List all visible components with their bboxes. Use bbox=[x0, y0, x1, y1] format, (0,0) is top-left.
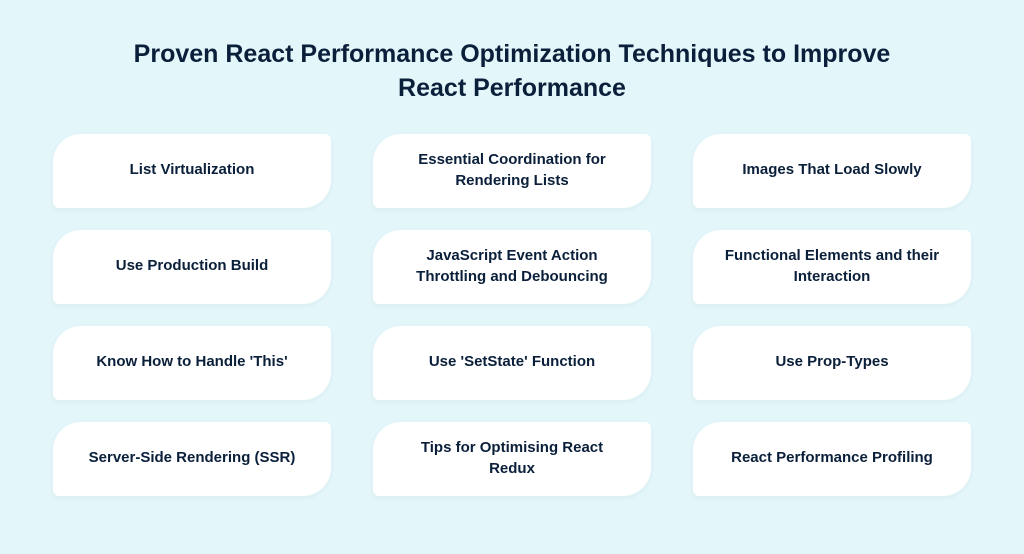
technique-card: React Performance Profiling bbox=[693, 422, 971, 496]
technique-card: Essential Coordination for Rendering Lis… bbox=[373, 134, 651, 208]
diagram-container: Proven React Performance Optimization Te… bbox=[45, 38, 979, 516]
technique-label: Functional Elements and their Interactio… bbox=[717, 246, 947, 287]
technique-label: Essential Coordination for Rendering Lis… bbox=[397, 150, 627, 191]
technique-card: Use 'SetState' Function bbox=[373, 326, 651, 400]
technique-card: Functional Elements and their Interactio… bbox=[693, 230, 971, 304]
technique-card: JavaScript Event Action Throttling and D… bbox=[373, 230, 651, 304]
technique-label: React Performance Profiling bbox=[731, 448, 933, 468]
technique-label: JavaScript Event Action Throttling and D… bbox=[397, 246, 627, 287]
technique-card: List Virtualization bbox=[53, 134, 331, 208]
technique-label: Images That Load Slowly bbox=[742, 160, 921, 180]
technique-label: List Virtualization bbox=[130, 160, 255, 180]
technique-label: Use Prop-Types bbox=[775, 352, 888, 372]
technique-card: Tips for Optimising React Redux bbox=[373, 422, 651, 496]
technique-card: Images That Load Slowly bbox=[693, 134, 971, 208]
technique-label: Tips for Optimising React Redux bbox=[397, 438, 627, 479]
technique-card: Server-Side Rendering (SSR) bbox=[53, 422, 331, 496]
page-title: Proven React Performance Optimization Te… bbox=[45, 38, 979, 106]
techniques-grid: List Virtualization Essential Coordinati… bbox=[45, 134, 979, 496]
technique-label: Know How to Handle 'This' bbox=[96, 352, 287, 372]
technique-card: Use Production Build bbox=[53, 230, 331, 304]
technique-label: Server-Side Rendering (SSR) bbox=[89, 448, 296, 468]
technique-label: Use 'SetState' Function bbox=[429, 352, 595, 372]
technique-label: Use Production Build bbox=[116, 256, 269, 276]
technique-card: Use Prop-Types bbox=[693, 326, 971, 400]
technique-card: Know How to Handle 'This' bbox=[53, 326, 331, 400]
